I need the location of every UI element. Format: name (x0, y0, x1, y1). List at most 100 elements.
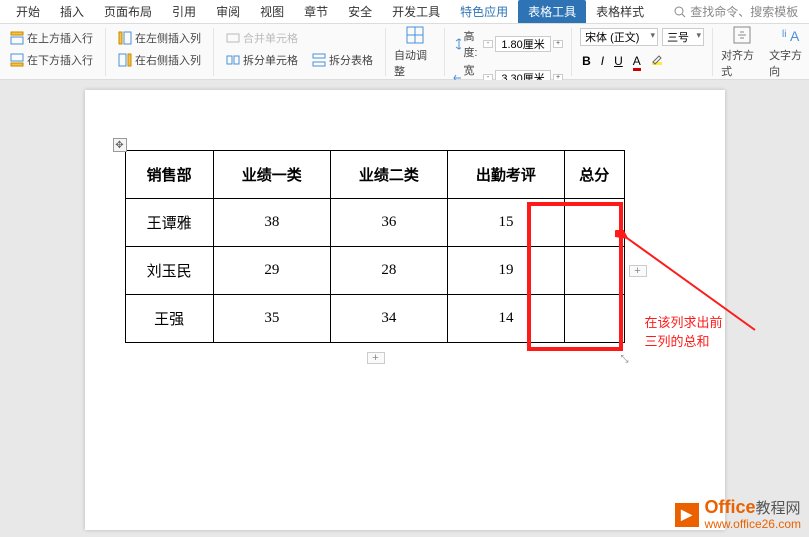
table-cell[interactable]: 王强 (125, 295, 213, 343)
table-cell[interactable]: 王谭雅 (125, 199, 213, 247)
search-placeholder: 查找命令、搜索模板 (690, 3, 798, 20)
height-input[interactable] (495, 36, 551, 52)
group-autofit: 自动调整 (394, 28, 445, 76)
table-resize-handle[interactable]: ⤡ (621, 354, 629, 365)
height-label: 高度: (463, 28, 481, 60)
table-header[interactable]: 业绩一类 (213, 151, 330, 199)
table-row: 王强 35 34 14 (125, 295, 624, 343)
tab-references[interactable]: 引用 (162, 0, 206, 23)
table-header[interactable]: 总分 (564, 151, 624, 199)
text-direction-label: 文字方向 (769, 47, 809, 79)
group-insert-rows: 在上方插入行 在下方插入行 (6, 28, 106, 76)
split-cells-label: 拆分单元格 (243, 52, 298, 68)
table-cell[interactable]: 15 (447, 199, 564, 247)
table-row: 王谭雅 38 36 15 (125, 199, 624, 247)
table-cell[interactable]: 35 (213, 295, 330, 343)
table-header[interactable]: 业绩二类 (330, 151, 447, 199)
tab-security[interactable]: 安全 (338, 0, 382, 23)
font-color-button[interactable]: A (631, 52, 643, 71)
watermark-title: Office教程网 (705, 498, 802, 518)
ribbon-toolbar: 在上方插入行 在下方插入行 在左侧插入列 在右侧插入列 合并单元格 拆分单元格 (0, 24, 809, 80)
insert-col-right-label: 在右侧插入列 (135, 52, 201, 68)
svg-text:li: li (782, 29, 786, 40)
row-height-control: 高度: - + (453, 28, 563, 60)
group-insert-cols: 在左侧插入列 在右侧插入列 (114, 28, 214, 76)
add-column-button[interactable]: + (629, 265, 647, 277)
text-direction-button[interactable]: li A 文字方向 (769, 25, 809, 79)
insert-row-above-label: 在上方插入行 (27, 30, 93, 46)
watermark-logo-icon: ▶ (675, 503, 699, 527)
search-icon (674, 6, 686, 18)
data-table[interactable]: 销售部 业绩一类 业绩二类 出勤考评 总分 王谭雅 38 36 15 刘玉民 2… (125, 150, 625, 343)
table-cell[interactable] (564, 199, 624, 247)
watermark: ▶ Office教程网 www.office26.com (675, 498, 802, 531)
table-cell[interactable]: 14 (447, 295, 564, 343)
group-align: 对齐方式 li A 文字方向 (721, 28, 809, 76)
insert-row-below-button[interactable]: 在下方插入行 (6, 50, 97, 70)
tab-table-style[interactable]: 表格样式 (586, 0, 654, 23)
ribbon-tabs: 开始 插入 页面布局 引用 审阅 视图 章节 安全 开发工具 特色应用 表格工具… (0, 0, 809, 24)
insert-col-left-label: 在左侧插入列 (135, 30, 201, 46)
tab-review[interactable]: 审阅 (206, 0, 250, 23)
annotation-text: 在该列求出前三列的总和 (645, 312, 725, 350)
height-icon (453, 38, 461, 50)
table-header[interactable]: 销售部 (125, 151, 213, 199)
insert-row-above-button[interactable]: 在上方插入行 (6, 28, 97, 48)
table-cell[interactable] (564, 247, 624, 295)
insert-row-below-icon (10, 53, 24, 67)
table-cell[interactable] (564, 295, 624, 343)
table-cell[interactable]: 28 (330, 247, 447, 295)
insert-col-right-icon (118, 53, 132, 67)
table-header[interactable]: 出勤考评 (447, 151, 564, 199)
split-cells-icon (226, 53, 240, 67)
merge-cells-button[interactable]: 合并单元格 (222, 28, 302, 48)
split-cells-button[interactable]: 拆分单元格 (222, 50, 302, 70)
svg-text:A: A (790, 28, 800, 44)
underline-button[interactable]: U (612, 52, 625, 71)
insert-col-right-button[interactable]: 在右侧插入列 (114, 50, 205, 70)
table-cell[interactable]: 34 (330, 295, 447, 343)
insert-col-left-button[interactable]: 在左侧插入列 (114, 28, 205, 48)
table-cell[interactable]: 38 (213, 199, 330, 247)
tab-page-layout[interactable]: 页面布局 (94, 0, 162, 23)
highlight-button[interactable] (649, 52, 665, 71)
height-dec[interactable]: - (483, 40, 493, 48)
italic-button[interactable]: I (599, 52, 606, 71)
group-merge-split: 合并单元格 拆分单元格 拆分表格 (222, 28, 386, 76)
insert-row-below-label: 在下方插入行 (27, 52, 93, 68)
group-size: 高度: - + 宽度: - + (453, 28, 572, 76)
watermark-url: www.office26.com (705, 518, 802, 531)
tab-chapter[interactable]: 章节 (294, 0, 338, 23)
merge-cells-icon (226, 31, 240, 45)
table-cell[interactable]: 36 (330, 199, 447, 247)
autofit-icon (405, 25, 425, 45)
height-inc[interactable]: + (553, 40, 563, 48)
merge-cells-label: 合并单元格 (243, 30, 298, 46)
tab-developer[interactable]: 开发工具 (382, 0, 450, 23)
align-button[interactable]: 对齐方式 (721, 25, 763, 79)
split-table-button[interactable]: 拆分表格 (308, 50, 377, 70)
tab-start[interactable]: 开始 (6, 0, 50, 23)
autofit-button[interactable]: 自动调整 (394, 25, 436, 79)
split-table-icon (312, 53, 326, 67)
font-name-select[interactable]: 宋体 (正文) (580, 28, 658, 46)
table-cell[interactable]: 29 (213, 247, 330, 295)
table-cell[interactable]: 19 (447, 247, 564, 295)
autofit-label: 自动调整 (394, 47, 436, 79)
tab-insert[interactable]: 插入 (50, 0, 94, 23)
table-row: 刘玉民 29 28 19 (125, 247, 624, 295)
align-label: 对齐方式 (721, 47, 763, 79)
bold-button[interactable]: B (580, 52, 593, 71)
tab-special[interactable]: 特色应用 (450, 0, 518, 23)
highlight-icon (651, 54, 663, 66)
table-move-handle[interactable]: ✥ (113, 138, 127, 152)
add-row-button[interactable]: + (367, 352, 385, 364)
insert-row-above-icon (10, 31, 24, 45)
document-page: ✥ 销售部 业绩一类 业绩二类 出勤考评 总分 王谭雅 38 36 15 刘玉民… (85, 90, 725, 530)
tab-view[interactable]: 视图 (250, 0, 294, 23)
font-size-select[interactable]: 三号 (662, 28, 704, 46)
table-cell[interactable]: 刘玉民 (125, 247, 213, 295)
search-box[interactable]: 查找命令、搜索模板 (674, 3, 798, 20)
table-header-row: 销售部 业绩一类 业绩二类 出勤考评 总分 (125, 151, 624, 199)
tab-table-tools[interactable]: 表格工具 (518, 0, 586, 23)
